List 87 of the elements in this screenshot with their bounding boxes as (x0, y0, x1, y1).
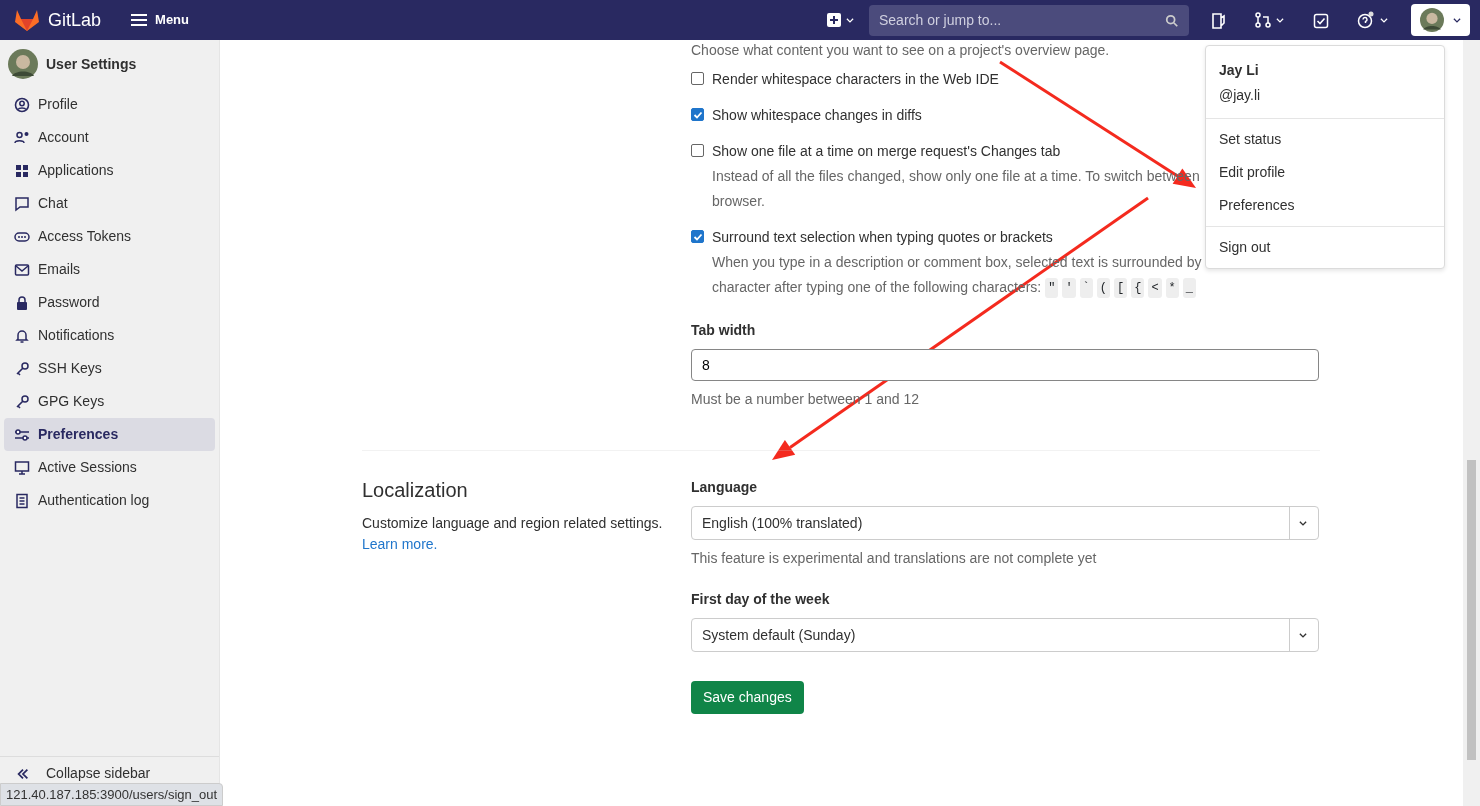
sidebar-title: User Settings (46, 54, 137, 74)
menu-item[interactable]: Set status (1206, 123, 1444, 156)
help-icon (1357, 11, 1375, 29)
sidebar-item[interactable]: Profile (4, 88, 215, 121)
code-chip: { (1131, 277, 1145, 298)
section-intro: Choose what content you want to see on a project's overview page. (691, 41, 1111, 59)
search-field[interactable]: Search or jump to... (869, 4, 1189, 36)
caret-icon (1379, 15, 1389, 25)
section-description: Customize language and region related settings. (362, 515, 663, 531)
code-chip: ` (1079, 277, 1093, 298)
menu-item[interactable]: Sign out (1206, 231, 1444, 264)
sidebar-item[interactable]: Password (4, 286, 215, 319)
lock-icon (14, 294, 30, 311)
monitor-icon (14, 459, 30, 476)
document-icon (14, 492, 30, 509)
code-chip: < (1148, 277, 1162, 298)
save-changes-button[interactable]: Save changes (691, 681, 804, 714)
field-label: Language (691, 478, 759, 497)
field-label: First day of the week (691, 590, 831, 609)
checkbox-label: Show whitespace changes in diffs (712, 106, 922, 125)
checkbox-icon (1313, 12, 1329, 29)
code-chip: ( (1096, 277, 1110, 298)
plus-square-icon (827, 13, 841, 27)
fox-logo-icon (14, 8, 40, 32)
checkbox[interactable] (691, 230, 704, 243)
sidebar-item[interactable]: GPG Keys (4, 385, 215, 418)
sidebar-item[interactable]: Applications (4, 154, 215, 187)
caret-icon (1298, 630, 1308, 640)
avatar-icon (8, 49, 38, 79)
bell-icon (14, 327, 30, 344)
code-chip: [ (1114, 277, 1128, 298)
user-handle: @jay.li (1219, 86, 1262, 105)
sidebar-item[interactable]: Emails (4, 253, 215, 286)
select-field[interactable]: System default (Sunday) (691, 618, 1319, 652)
avatar-icon (1419, 8, 1444, 32)
sidebar-item[interactable]: Account (4, 121, 215, 154)
caret-icon (1275, 15, 1285, 25)
search-icon (1165, 13, 1179, 28)
option-description: browser. (712, 192, 766, 211)
learn-more-link[interactable]: Learn more. (362, 536, 438, 552)
collapse-sidebar-button[interactable]: Collapse sidebar (0, 762, 157, 785)
sidebar-item[interactable]: Chat (4, 187, 215, 220)
caret-icon (1451, 15, 1462, 25)
speech-bubble-icon (14, 195, 30, 212)
checkbox[interactable] (691, 144, 704, 157)
checkbox-label: Render whitespace characters in the Web IDE (712, 70, 999, 89)
grid-icon (14, 162, 30, 179)
sliders-icon (14, 426, 30, 443)
user-name: Jay Li (1219, 61, 1260, 80)
field-label: Tab width (691, 321, 757, 340)
help-text: This feature is experimental and translations are not complete yet (691, 549, 1098, 568)
sidebar-item[interactable]: Access Tokens (4, 220, 215, 253)
sidebar-item[interactable]: Notifications (4, 319, 215, 352)
code-chip: " (1045, 277, 1059, 298)
checkbox[interactable] (691, 108, 704, 121)
document-edit-icon (1211, 12, 1227, 29)
key-icon (14, 393, 30, 410)
sidebar-item[interactable]: Active Sessions (4, 451, 215, 484)
menu-button[interactable]: Menu (125, 10, 195, 30)
user-circle-icon (14, 96, 30, 113)
checkbox-label: Show one file at a time on merge request's Changes tab (712, 142, 1062, 161)
code-chip: * (1165, 277, 1179, 298)
key-icon (14, 360, 30, 377)
double-chevron-left-icon (16, 766, 30, 781)
menu-icon (131, 13, 148, 27)
menu-item[interactable]: Edit profile (1206, 156, 1444, 189)
checkbox-label: Surround text selection when typing quotes or brackets (712, 228, 1054, 247)
user-menu-button[interactable] (1411, 4, 1470, 36)
caret-icon (1298, 518, 1308, 528)
menu-item[interactable]: Preferences (1206, 189, 1444, 222)
scrollbar-thumb[interactable] (1467, 460, 1476, 760)
code-chip: ' (1062, 277, 1076, 298)
envelope-icon (14, 261, 30, 278)
checkbox[interactable] (691, 72, 704, 85)
user-gear-icon (14, 129, 30, 146)
code-chip: _ (1182, 277, 1196, 298)
sidebar-item[interactable]: Preferences (4, 418, 215, 451)
brand-name: GitLab (48, 8, 102, 32)
tab-width-field[interactable]: 8 (691, 349, 1319, 381)
merge-request-icon (1255, 12, 1271, 28)
status-url: 121.40.187.185:3900/users/sign_out (0, 782, 224, 806)
select-field[interactable]: English (100% translated) (691, 506, 1319, 540)
caret-icon (845, 15, 855, 25)
help-text: Must be a number between 1 and 12 (691, 390, 921, 409)
sidebar-item[interactable]: Authentication log (4, 484, 215, 517)
sidebar-item[interactable]: SSH Keys (4, 352, 215, 385)
section-title: Localization (362, 478, 469, 503)
